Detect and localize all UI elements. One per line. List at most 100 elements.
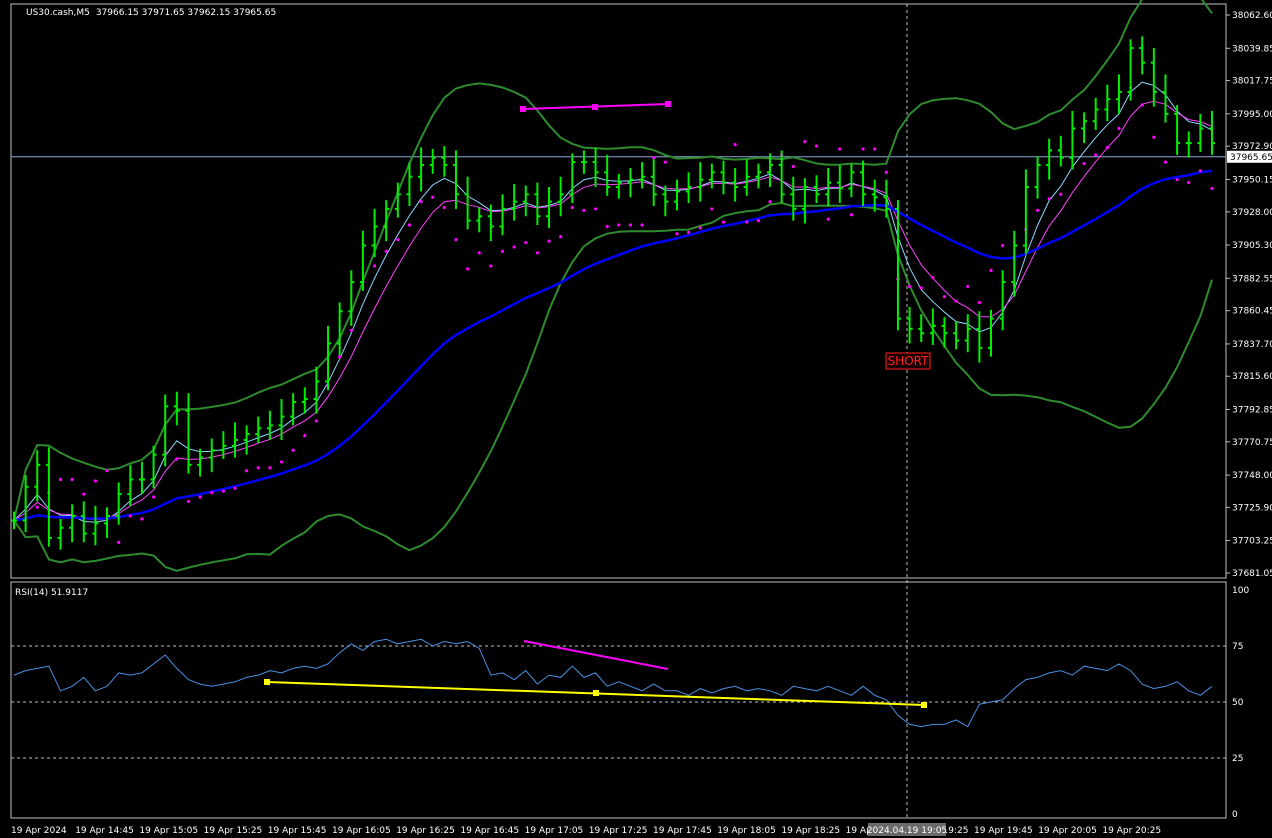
psar-dot xyxy=(512,245,516,249)
trendline-anchor xyxy=(665,101,671,107)
psar-dot xyxy=(826,217,830,221)
psar-dot xyxy=(1152,135,1156,139)
psar-dot xyxy=(454,238,458,242)
psar-dot xyxy=(128,514,132,518)
price-tick-label: 38062.60 xyxy=(1232,11,1272,21)
psar-dot xyxy=(35,505,39,509)
psar-dot xyxy=(652,156,656,160)
price-tick-label: 37928.00 xyxy=(1232,208,1272,218)
psar-dot xyxy=(989,268,993,272)
psar-dot xyxy=(617,223,621,227)
psar-dot xyxy=(1105,145,1109,150)
psar-dot xyxy=(314,419,319,423)
short-signal-label: SHORT xyxy=(888,354,930,368)
psar-dot xyxy=(58,477,63,482)
psar-dot xyxy=(710,207,714,211)
rsi-line xyxy=(13,638,1213,728)
psar-dot xyxy=(593,207,598,211)
time-tick-label: 19 Apr 17:25 xyxy=(589,826,648,836)
time-tick-label: 19 Apr 18:25 xyxy=(781,826,840,836)
parabolic-sar xyxy=(35,85,1214,544)
current-price-label: 37965.65 xyxy=(1230,153,1272,163)
psar-dot xyxy=(279,460,284,464)
psar-dot xyxy=(186,499,191,504)
psar-dot xyxy=(419,200,423,204)
time-tick-label: 19 Apr 20:25 xyxy=(1102,826,1161,836)
psar-dot xyxy=(256,466,260,470)
psar-dot xyxy=(489,264,493,268)
rsi-tick-label: 50 xyxy=(1232,698,1244,708)
psar-dot xyxy=(733,142,737,147)
price-panel-frame xyxy=(10,3,1227,579)
chart-canvas: 38062.60 38039.85 38017.75 37995.00 37972.90… xyxy=(10,0,1272,836)
psar-dot xyxy=(977,300,981,305)
psar-dot xyxy=(582,208,586,212)
psar-dot xyxy=(233,486,237,490)
price-tick-label: 37815.60 xyxy=(1232,372,1272,382)
time-tick-label: 19 Apr 2024 xyxy=(11,826,67,836)
psar-dot xyxy=(245,469,249,473)
chart-frames xyxy=(10,3,1227,819)
rsi-tick-label: 0 xyxy=(1232,810,1238,820)
moving-averages xyxy=(13,81,1213,728)
psar-dot xyxy=(384,249,388,253)
psar-dot xyxy=(791,164,795,169)
psar-dot xyxy=(117,540,121,544)
psar-dot xyxy=(605,224,609,229)
psar-dot xyxy=(442,205,446,210)
psar-dot xyxy=(849,213,854,217)
trendline-anchor xyxy=(592,104,598,110)
ma-mid-line xyxy=(13,100,1213,521)
psar-dot xyxy=(407,223,412,227)
axes: 38062.60 38039.85 38017.75 37995.00 37972.90… xyxy=(11,11,1272,836)
psar-dot xyxy=(140,517,144,521)
psar-dot xyxy=(547,239,551,243)
psar-dot xyxy=(198,495,202,499)
psar-dot xyxy=(105,469,109,473)
psar-dot xyxy=(745,220,749,224)
price-tick-label: 37703.25 xyxy=(1232,537,1272,547)
psar-dot xyxy=(93,479,98,483)
psar-dot xyxy=(70,477,74,482)
price-tick-label: 37905.30 xyxy=(1232,241,1272,251)
psar-dot xyxy=(814,144,819,148)
psar-dot xyxy=(268,466,272,470)
psar-dot xyxy=(1094,153,1098,157)
time-tick-label: 19 Apr 14:45 xyxy=(75,826,134,836)
price-tick-label: 37972.90 xyxy=(1232,142,1272,152)
crosshair-time-label: 2024.04.19 19:05 xyxy=(867,826,947,836)
psar-dot xyxy=(303,434,307,438)
time-tick-label: 19 Apr 16:05 xyxy=(332,826,391,836)
bollinger-bands xyxy=(13,0,1213,572)
price-tick-label: 37995.00 xyxy=(1232,110,1272,120)
psar-dot xyxy=(942,295,947,299)
psar-dot xyxy=(687,230,691,234)
psar-dot xyxy=(1001,243,1005,248)
time-tick-label: 19 Apr 19:45 xyxy=(974,826,1033,836)
price-tick-label: 37792.85 xyxy=(1232,405,1272,415)
time-tick-label: 19 Apr 18:05 xyxy=(717,826,776,836)
psar-dot xyxy=(721,220,726,224)
psar-dot xyxy=(221,489,225,493)
psar-dot xyxy=(838,147,842,151)
psar-dot xyxy=(500,249,505,253)
price-tick-label: 37882.55 xyxy=(1232,274,1272,284)
psar-dot xyxy=(338,355,342,359)
psar-dot xyxy=(884,170,888,174)
psar-dot xyxy=(919,286,923,290)
psar-dot xyxy=(907,284,912,289)
psar-dot xyxy=(210,491,214,495)
psar-dot xyxy=(151,495,156,499)
psar-dot xyxy=(640,223,644,227)
psar-dot xyxy=(1117,126,1121,131)
psar-dot xyxy=(954,299,958,303)
time-tick-label: 19 Apr 15:25 xyxy=(204,826,263,836)
psar-dot xyxy=(1175,178,1179,182)
rsi-divergence-line xyxy=(523,640,669,670)
rsi-trendline-anchor xyxy=(264,679,270,685)
psar-dot xyxy=(559,235,563,239)
price-bars xyxy=(11,36,1215,550)
chart-header: US30.cash,M5 37966.15 37971.65 37962.15 3… xyxy=(26,8,276,18)
psar-dot xyxy=(372,264,377,268)
psar-dot xyxy=(396,238,400,242)
